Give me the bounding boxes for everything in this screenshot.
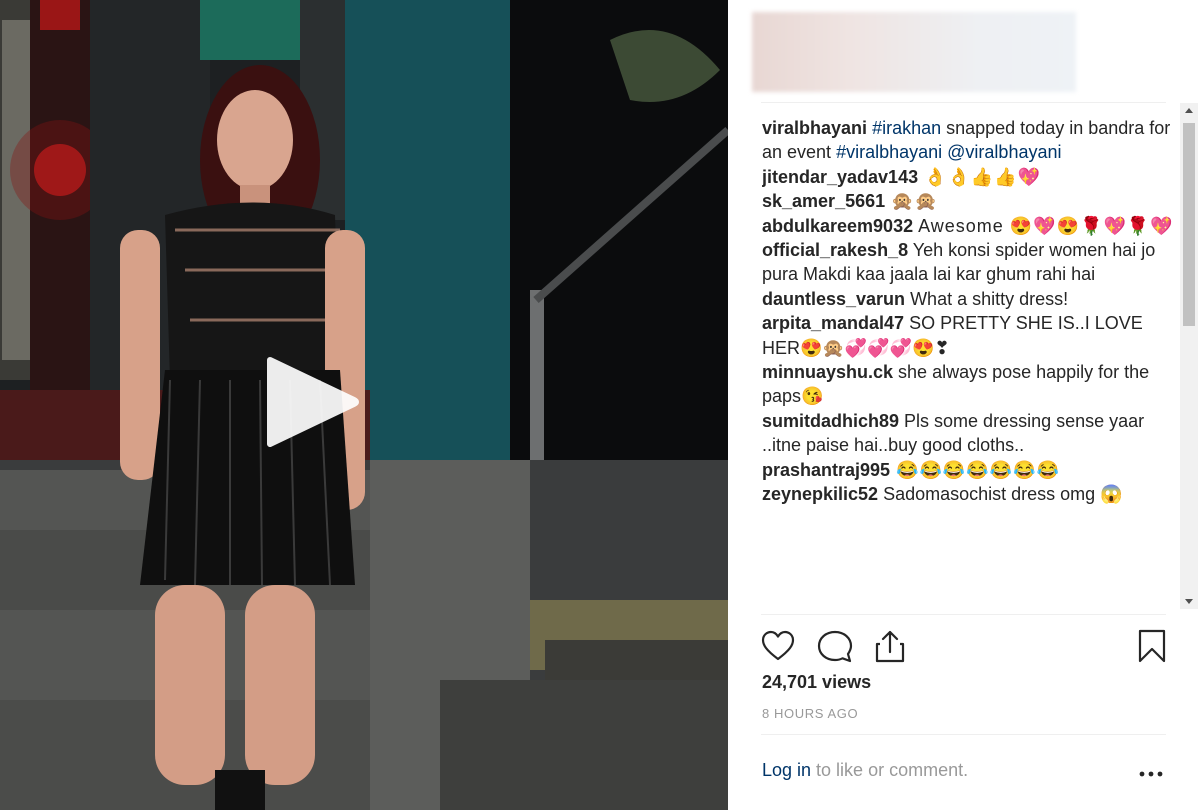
hashtag-irakhan[interactable]: #irakhan xyxy=(872,118,941,138)
share-icon xyxy=(875,630,905,663)
comment-text: 😂😂😂😂😂😂😂 xyxy=(890,459,1060,480)
comments-scrollbar[interactable] xyxy=(1180,103,1198,609)
caret-down-icon xyxy=(1185,599,1193,604)
actions-divider xyxy=(761,614,1166,615)
post-sidebar: viralbhayani #irakhan snapped today in b… xyxy=(728,0,1200,810)
login-link[interactable]: Log in xyxy=(762,760,811,780)
comment-username[interactable]: sk_amer_5661 xyxy=(762,191,885,211)
bookmark-icon xyxy=(1138,629,1166,663)
comment-username[interactable]: abdulkareem9032 xyxy=(762,216,913,236)
comment-button[interactable] xyxy=(817,628,853,664)
login-prompt: Log in to like or comment. xyxy=(762,760,968,781)
scroll-thumb[interactable] xyxy=(1183,123,1195,326)
comment-username[interactable]: official_rakesh_8 xyxy=(762,240,908,260)
heart-icon xyxy=(761,630,795,661)
play-icon xyxy=(267,357,359,447)
comment-text: Awesome 😍💖😍🌹💖🌹💖 xyxy=(913,215,1174,236)
comment-username[interactable]: jitendar_yadav143 xyxy=(762,167,918,187)
video-frame xyxy=(0,0,728,810)
ellipsis-icon xyxy=(1139,771,1163,777)
login-divider xyxy=(761,734,1166,735)
like-button[interactable] xyxy=(760,628,796,664)
comment-item: prashantraj995 😂😂😂😂😂😂😂 xyxy=(762,458,1180,482)
caret-up-icon xyxy=(1185,108,1193,113)
speech-bubble-icon xyxy=(817,630,853,663)
share-button[interactable] xyxy=(872,628,908,664)
comments-list[interactable]: viralbhayani #irakhan snapped today in b… xyxy=(762,116,1180,612)
comment-item: minnuayshu.ck she always pose happily fo… xyxy=(762,360,1180,409)
comment-item: sk_amer_5661 🙊🙊 xyxy=(762,189,1180,213)
comment-username[interactable]: dauntless_varun xyxy=(762,289,905,309)
caption-username[interactable]: viralbhayani xyxy=(762,118,867,138)
video-player[interactable] xyxy=(0,0,728,810)
scroll-up-button[interactable] xyxy=(1180,103,1198,119)
comment-username[interactable]: minnuayshu.ck xyxy=(762,362,893,382)
more-options-button[interactable] xyxy=(1138,760,1164,786)
comment-item: official_rakesh_8 Yeh konsi spider women… xyxy=(762,238,1180,287)
comment-text: What a shitty dress! xyxy=(905,288,1069,309)
comment-item: sumitdadhich89 Pls some dressing sense y… xyxy=(762,409,1180,458)
comment-item: abdulkareem9032 Awesome 😍💖😍🌹💖🌹💖 xyxy=(762,214,1180,238)
comment-username[interactable]: arpita_mandal47 xyxy=(762,313,904,333)
save-button[interactable] xyxy=(1134,628,1170,664)
view-count[interactable]: 24,701 views xyxy=(762,672,871,693)
comment-item: jitendar_yadav143 👌👌👍👍💖 xyxy=(762,165,1180,189)
comment-username[interactable]: prashantraj995 xyxy=(762,460,890,480)
play-button[interactable] xyxy=(262,354,362,450)
comment-item: dauntless_varun What a shitty dress! xyxy=(762,287,1180,311)
post-header-blurred xyxy=(752,12,1076,92)
mention-viralbhayani[interactable]: @viralbhayani xyxy=(947,142,1061,162)
comment-text: 🙊🙊 xyxy=(885,191,938,212)
caption: viralbhayani #irakhan snapped today in b… xyxy=(762,116,1180,165)
comment-item: zeynepkilic52 Sadomasochist dress omg 😱 xyxy=(762,482,1180,506)
login-prompt-text: to like or comment. xyxy=(811,760,969,780)
comment-item: arpita_mandal47 SO PRETTY SHE IS..I LOVE… xyxy=(762,311,1180,360)
post-timestamp: 8 HOURS AGO xyxy=(762,706,859,721)
hashtag-viralbhayani[interactable]: #viralbhayani xyxy=(836,142,942,162)
header-divider xyxy=(761,102,1166,103)
comment-username[interactable]: sumitdadhich89 xyxy=(762,411,899,431)
scroll-down-button[interactable] xyxy=(1180,593,1198,609)
comment-text: 👌👌👍👍💖 xyxy=(918,166,1042,187)
comment-username[interactable]: zeynepkilic52 xyxy=(762,484,878,504)
comment-text: Sadomasochist dress omg 😱 xyxy=(878,484,1123,505)
